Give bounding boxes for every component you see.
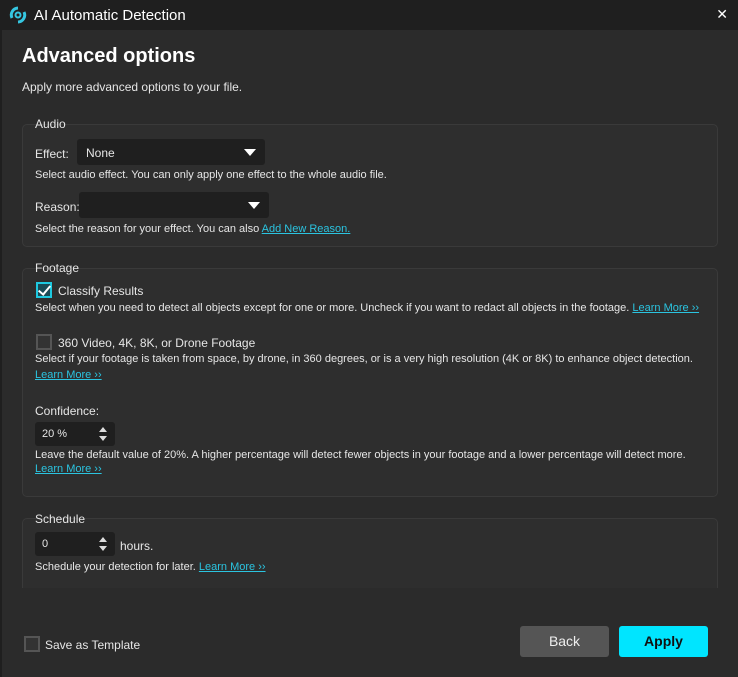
effect-value: None <box>86 146 115 160</box>
window-title: AI Automatic Detection <box>34 6 186 24</box>
arrow-up-icon[interactable] <box>99 537 107 542</box>
close-icon[interactable]: ✕ <box>716 6 728 23</box>
page-title: Advanced options <box>22 45 196 67</box>
confidence-stepper[interactable]: 20 % <box>35 422 115 446</box>
arrow-up-icon[interactable] <box>99 427 107 432</box>
schedule-group <box>22 518 718 588</box>
dialog-body: Advanced options Apply more advanced opt… <box>2 30 738 677</box>
effect-label: Effect: <box>35 147 69 161</box>
classify-results-label: Classify Results <box>58 284 144 298</box>
arrow-down-icon[interactable] <box>99 436 107 441</box>
schedule-help: Schedule your detection for later. Learn… <box>35 561 266 573</box>
app-logo-icon <box>9 6 27 24</box>
reason-dropdown[interactable] <box>79 192 269 218</box>
audio-label: Audio <box>35 117 66 131</box>
title-bar: AI Automatic Detection <box>0 0 738 30</box>
chevron-down-icon <box>248 202 260 209</box>
schedule-learn-more-link[interactable]: Learn More ›› <box>199 561 266 573</box>
schedule-label: Schedule <box>35 512 86 526</box>
classify-help: Select when you need to detect all objec… <box>35 302 699 314</box>
classify-help-text: Select when you need to detect all objec… <box>35 302 633 314</box>
reason-help-text: Select the reason for your effect. You c… <box>35 223 262 235</box>
high-res-checkbox[interactable] <box>36 334 52 350</box>
confidence-value: 20 % <box>42 428 68 440</box>
reason-help: Select the reason for your effect. You c… <box>35 223 350 235</box>
arrow-down-icon[interactable] <box>99 546 107 551</box>
reason-label: Reason: <box>35 200 80 214</box>
chevron-down-icon <box>244 149 256 156</box>
back-button[interactable]: Back <box>520 626 609 657</box>
high-res-help: Select if your footage is taken from spa… <box>35 353 693 365</box>
high-res-label: 360 Video, 4K, 8K, or Drone Footage <box>58 336 256 350</box>
page-subtitle: Apply more advanced options to your file… <box>22 80 243 94</box>
confidence-learn-more-link[interactable]: Learn More ›› <box>35 463 102 475</box>
high-res-learn-more-link[interactable]: Learn More ›› <box>35 369 102 381</box>
footage-label: Footage <box>35 261 80 275</box>
effect-dropdown[interactable]: None <box>77 139 265 165</box>
save-template-label: Save as Template <box>45 638 141 652</box>
apply-button[interactable]: Apply <box>619 626 708 657</box>
schedule-unit: hours. <box>120 539 154 553</box>
confidence-label: Confidence: <box>35 404 100 418</box>
schedule-help-text: Schedule your detection for later. <box>35 561 199 573</box>
add-new-reason-link[interactable]: Add New Reason. <box>262 223 351 235</box>
classify-results-checkbox[interactable] <box>36 282 52 298</box>
classify-learn-more-link[interactable]: Learn More ›› <box>632 302 699 314</box>
confidence-help: Leave the default value of 20%. A higher… <box>35 449 686 461</box>
effect-help: Select audio effect. You can only apply … <box>35 169 387 181</box>
save-template-checkbox[interactable] <box>24 636 40 652</box>
schedule-value: 0 <box>42 538 49 550</box>
schedule-stepper[interactable]: 0 <box>35 532 115 556</box>
